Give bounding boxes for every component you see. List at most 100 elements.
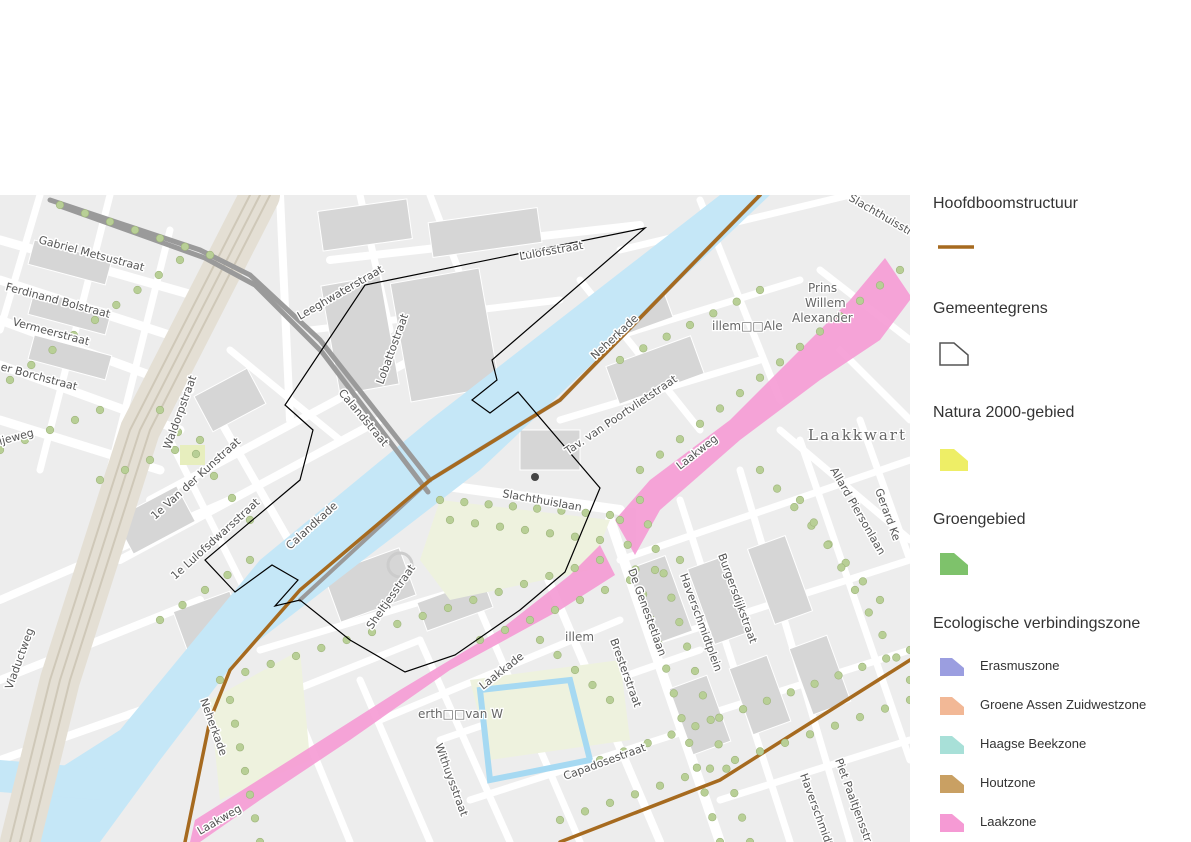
- tree-dot: [291, 651, 301, 661]
- tree-dot: [805, 730, 815, 739]
- tree-dot: [662, 664, 671, 673]
- tree-dot: [715, 404, 725, 413]
- legend-title-groengebied: Groengebied: [933, 511, 1026, 528]
- tree-dot: [550, 605, 560, 615]
- tree-dot: [5, 375, 15, 385]
- legend-title-gemeentegrens: Gemeentegrens: [933, 300, 1048, 317]
- tree-dot: [155, 234, 165, 243]
- map-view[interactable]: Gabriel Metsustraat Ferdinand Bolstraat …: [0, 195, 910, 842]
- tree-dot: [737, 813, 747, 822]
- ecozone-label-3: Houtzone: [980, 775, 1036, 790]
- tree-dot: [830, 721, 840, 730]
- tree-dot: [772, 484, 782, 493]
- tree-dot: [655, 450, 665, 459]
- tree-dot: [722, 764, 731, 773]
- tree-dot: [435, 495, 445, 505]
- ecozone-label-4: Laakzone: [980, 814, 1037, 829]
- map-canvas[interactable]: Gabriel Metsustraat Ferdinand Bolstraat …: [0, 195, 910, 842]
- tree-dot: [120, 465, 130, 475]
- tree-dot: [858, 577, 868, 586]
- tree-dot: [155, 405, 165, 415]
- tree-dot: [705, 764, 715, 773]
- tree-dot: [875, 281, 885, 290]
- tree-dot: [545, 571, 554, 581]
- tree-dot: [155, 615, 165, 625]
- tree-dot: [223, 570, 232, 580]
- tree-dot: [730, 788, 739, 798]
- tree-dot: [95, 405, 105, 415]
- tree-dot: [790, 503, 799, 512]
- tree-dot: [508, 502, 518, 511]
- tree-dot: [553, 650, 562, 660]
- tree-dot: [500, 625, 510, 635]
- ecozone-label-2: Haagse Beekzone: [980, 736, 1087, 751]
- tree-dot: [588, 680, 597, 690]
- tree-dot: [230, 719, 240, 728]
- tree-dot: [45, 425, 55, 435]
- area-label-laakkwartier: Laakkwart: [808, 426, 907, 444]
- tree-dot: [460, 498, 469, 507]
- tree-dot: [520, 525, 530, 535]
- tree-dot: [706, 715, 715, 725]
- tree-dot: [180, 242, 190, 251]
- tree-dot: [195, 435, 205, 445]
- tree-dot: [809, 518, 818, 527]
- ecozone-symbol-1: [940, 697, 964, 715]
- natura2000-symbol: [940, 449, 968, 471]
- tree-dot: [580, 807, 590, 816]
- tree-dot: [780, 738, 790, 748]
- tree-dot: [675, 555, 685, 565]
- tree-dot: [519, 579, 529, 589]
- tree-dot: [178, 600, 187, 610]
- tree-dot: [730, 755, 740, 765]
- tree-dot: [175, 255, 185, 265]
- tree-dot: [667, 593, 676, 602]
- tree-dot: [154, 270, 163, 280]
- tree-dot: [755, 465, 765, 475]
- tree-dot: [250, 814, 260, 823]
- ecozone-label-1: Groene Assen Zuidwestzone: [980, 697, 1147, 712]
- tree-dot: [659, 569, 668, 578]
- tree-dot: [418, 611, 427, 621]
- tree-dot: [786, 688, 795, 697]
- ecozone-symbol-2: [940, 736, 964, 754]
- tree-dot: [570, 563, 579, 573]
- tree-dot: [680, 772, 690, 782]
- tree-dot: [469, 595, 478, 605]
- tree-dot: [235, 743, 245, 752]
- tree-dot: [880, 704, 890, 713]
- poi-willem-ale: illem□□Ale: [712, 319, 783, 333]
- tree-dot: [317, 643, 326, 653]
- tree-dot: [525, 615, 535, 625]
- poi-illem: illem: [565, 630, 594, 644]
- tree-dot: [241, 667, 250, 677]
- tree-dot: [200, 585, 210, 595]
- tree-dot: [858, 662, 867, 672]
- tree-dot: [635, 465, 645, 475]
- tree-dot: [55, 200, 65, 210]
- tree-dot: [775, 358, 785, 367]
- tree-dot: [709, 309, 718, 318]
- tree-dot: [795, 342, 805, 352]
- tree-dot: [191, 449, 201, 459]
- tree-dot: [735, 389, 745, 398]
- tree-dot: [570, 665, 580, 675]
- poi-willem: Willem: [805, 296, 846, 310]
- legend-panel: Hoofdboomstructuur Gemeentegrens Natura …: [910, 195, 1191, 842]
- tree-dot: [635, 495, 645, 505]
- groengebied-symbol: [940, 553, 968, 575]
- tree-dot: [755, 747, 765, 756]
- tree-dot: [755, 285, 765, 295]
- tree-dot: [895, 265, 905, 275]
- tree-dot: [225, 695, 235, 705]
- tree-dot: [834, 671, 843, 680]
- tree-dot: [755, 373, 765, 382]
- tree-dot: [595, 535, 605, 545]
- tree-dot: [878, 630, 887, 640]
- tree-dot: [855, 712, 865, 722]
- tree-dot: [494, 587, 503, 597]
- tree-dot: [675, 435, 685, 444]
- tree-dot: [762, 696, 772, 705]
- tree-dot: [80, 209, 90, 218]
- tree-dot: [639, 344, 648, 353]
